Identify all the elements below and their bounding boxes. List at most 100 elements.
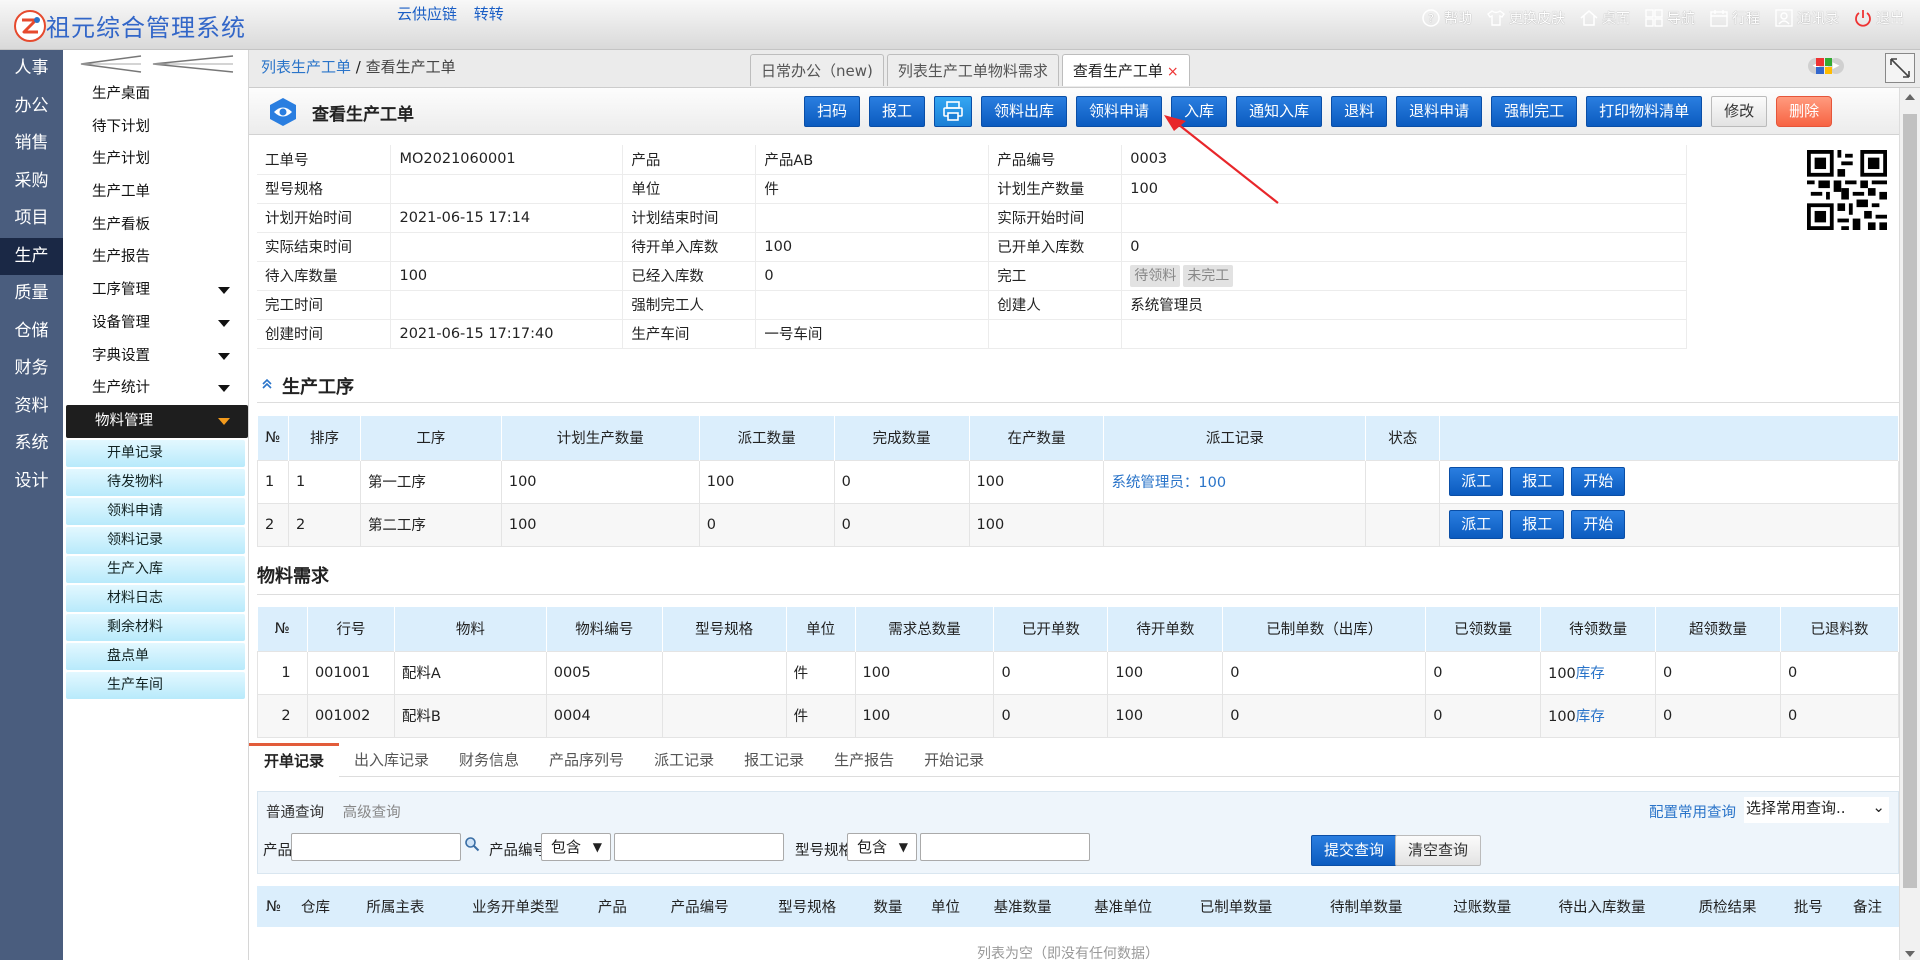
menu-production-plans[interactable]: 生产计划 [63, 143, 248, 176]
menu-production-desktop[interactable]: 生产桌面 [63, 78, 248, 111]
topnav-desktop[interactable]: 桌面 [1579, 8, 1630, 28]
tab-dispatch-records[interactable]: 派工记录 [639, 743, 729, 777]
cell-record-value[interactable]: 系统管理员：100 [1111, 475, 1226, 491]
preset-query-select[interactable]: 选择常用查询.. ⌄ [1744, 797, 1889, 823]
top-link-supply-chain[interactable]: 云供应链 [397, 5, 457, 23]
product-code-operator-select[interactable]: 包含 ▼ [541, 833, 611, 861]
menu-stocktake[interactable]: 盘点单 [66, 642, 245, 670]
module-warehouse[interactable]: 仓储 [0, 313, 63, 351]
submit-query-button[interactable]: 提交查询 [1311, 835, 1398, 866]
menu-material-log[interactable]: 材料日志 [66, 584, 245, 612]
top-link-zhuanzhuan[interactable]: 转转 [474, 5, 504, 23]
tab-start-records[interactable]: 开始记录 [909, 743, 999, 777]
collapse-sidebar-button[interactable] [63, 50, 248, 78]
print-material-list-button[interactable]: 打印物料清单 [1586, 96, 1703, 127]
report-button[interactable]: 报工 [1510, 510, 1565, 539]
tab-work-reports[interactable]: 报工记录 [729, 743, 819, 777]
start-button[interactable]: 开始 [1571, 467, 1626, 496]
menu-production-board[interactable]: 生产看板 [63, 209, 248, 242]
tab-issue-records[interactable]: 开单记录 [249, 743, 340, 777]
clear-query-button[interactable]: 清空查询 [1395, 835, 1482, 866]
delete-button[interactable]: 删除 [1776, 96, 1833, 127]
module-office[interactable]: 办公 [0, 88, 63, 126]
info-value: 一号车间 [755, 319, 990, 349]
material-request-button[interactable]: 领料申请 [1076, 96, 1163, 127]
tab-order-material-demand[interactable]: 列表生产工单物料需求 [886, 54, 1059, 86]
picking-outbound-button[interactable]: 领料出库 [981, 96, 1068, 127]
scroll-up-icon[interactable] [1905, 94, 1915, 100]
dispatch-button[interactable]: 派工 [1449, 467, 1504, 496]
vertical-scrollbar[interactable] [1899, 88, 1920, 960]
module-hr[interactable]: 人事 [0, 50, 63, 88]
module-quality[interactable]: 质量 [0, 275, 63, 313]
edit-button[interactable]: 修改 [1711, 96, 1768, 127]
menu-pending-materials[interactable]: 待发物料 [66, 468, 245, 496]
module-finance[interactable]: 财务 [0, 350, 63, 388]
module-production[interactable]: 生产 [0, 237, 63, 275]
stock-link[interactable]: 库存 [1576, 666, 1605, 682]
menu-picking-records[interactable]: 领料记录 [66, 526, 245, 554]
module-design[interactable]: 设计 [0, 463, 63, 501]
menu-pending-plans[interactable]: 待下计划 [63, 111, 248, 144]
force-complete-button[interactable]: 强制完工 [1491, 96, 1578, 127]
module-data[interactable]: 资料 [0, 388, 63, 426]
module-purchase[interactable]: 采购 [0, 163, 63, 201]
close-icon[interactable]: × [1167, 64, 1179, 80]
menu-production-orders[interactable]: 生产工单 [63, 176, 248, 209]
module-sales[interactable]: 销售 [0, 125, 63, 163]
tab-view-order[interactable]: 查看生产工单 × [1061, 54, 1190, 86]
return-material-button[interactable]: 退料 [1331, 96, 1388, 127]
menu-group-statistics[interactable]: 生产统计 [63, 372, 248, 405]
breadcrumb-link[interactable]: 列表生产工单 [261, 58, 351, 76]
process-table: № 排序 工序 计划生产数量 派工数量 完成数量 在产数量 派工记录 状态 1 1 第一工序 100 1… [257, 416, 1899, 547]
topnav-help[interactable]: ? 帮助 [1421, 8, 1472, 28]
tab-production-reports[interactable]: 生产报告 [819, 743, 909, 777]
topnav-skin[interactable]: 更换皮肤 [1486, 8, 1565, 28]
product-input[interactable] [291, 833, 461, 861]
configure-query-link[interactable]: 配置常用查询 [1649, 801, 1736, 822]
tab-finance[interactable]: 财务信息 [444, 743, 534, 777]
scroll-down-icon[interactable] [1905, 951, 1915, 957]
menu-material-requests[interactable]: 领料申请 [66, 497, 245, 525]
menu-group-dictionary[interactable]: 字典设置 [63, 339, 248, 373]
report-button[interactable]: 报工 [1510, 467, 1565, 496]
report-work-button[interactable]: 报工 [869, 96, 926, 127]
menu-production-reports[interactable]: 生产报告 [63, 241, 248, 274]
spec-operator-select[interactable]: 包含 ▼ [847, 833, 917, 861]
module-system[interactable]: 系统 [0, 425, 63, 463]
collapse-section-icon[interactable] [261, 378, 273, 390]
column-header: 物料 [394, 607, 547, 651]
menu-group-materials[interactable]: 物料管理 [66, 404, 248, 438]
tab-basic-query[interactable]: 普通查询 [266, 805, 324, 821]
menu-production-inbound[interactable]: 生产入库 [66, 555, 245, 583]
dispatch-button[interactable]: 派工 [1449, 510, 1504, 539]
scrollbar-thumb[interactable] [1903, 114, 1917, 888]
topnav-logout[interactable]: 退出 [1853, 8, 1904, 28]
tab-serials[interactable]: 产品序列号 [534, 743, 639, 777]
tab-advanced-query[interactable]: 高级查询 [343, 805, 401, 821]
fullscreen-button[interactable] [1885, 53, 1915, 83]
menu-group-equipment[interactable]: 设备管理 [63, 306, 248, 340]
menu-workshop[interactable]: 生产车间 [66, 671, 245, 699]
tab-daily-office[interactable]: 日常办公（new) [750, 54, 884, 86]
inbound-button[interactable]: 入库 [1171, 96, 1228, 127]
return-request-button[interactable]: 退料申请 [1396, 96, 1483, 127]
topnav-contacts[interactable]: 通讯录 [1774, 8, 1839, 28]
stock-link[interactable]: 库存 [1576, 709, 1605, 725]
tab-inout-records[interactable]: 出入库记录 [339, 743, 444, 777]
topnav-navigation[interactable]: 导航 [1644, 8, 1695, 28]
notify-inbound-button[interactable]: 通知入库 [1236, 96, 1323, 127]
tab-grid-icon[interactable] [1816, 58, 1832, 74]
menu-issue-records[interactable]: 开单记录 [66, 439, 245, 467]
menu-remaining-materials[interactable]: 剩余材料 [66, 613, 245, 641]
search-icon[interactable] [464, 836, 480, 852]
info-row: 创建时间 2021-06-15 17:17:40 生产车间 一号车间 [257, 319, 1687, 349]
spec-input[interactable] [920, 833, 1090, 861]
print-button[interactable] [934, 96, 973, 127]
module-project[interactable]: 项目 [0, 200, 63, 238]
scan-button[interactable]: 扫码 [804, 96, 861, 127]
menu-group-process[interactable]: 工序管理 [63, 274, 248, 307]
product-code-input[interactable] [614, 833, 784, 861]
start-button[interactable]: 开始 [1571, 510, 1626, 539]
topnav-schedule[interactable]: 行程 [1709, 8, 1760, 28]
